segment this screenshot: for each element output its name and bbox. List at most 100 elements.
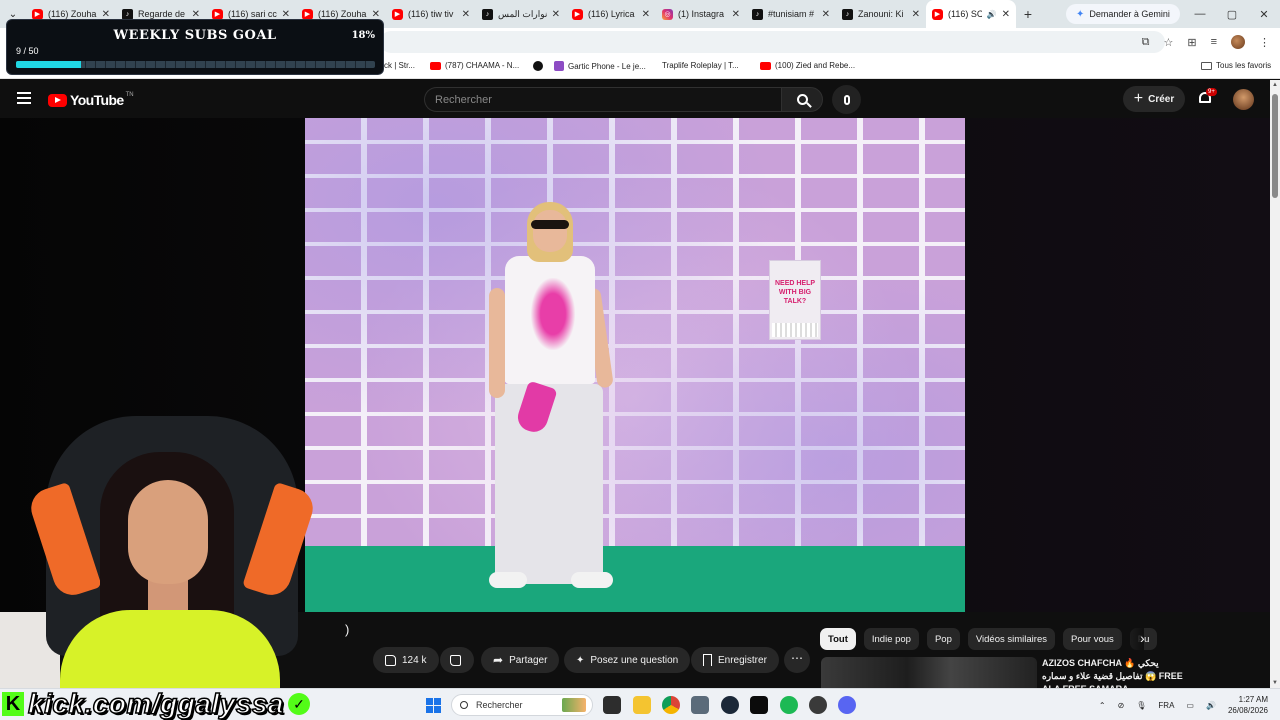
close-window-icon[interactable]: ✕ [1248, 8, 1280, 21]
chevron-right-icon[interactable]: › [1140, 630, 1145, 646]
new-tab-button[interactable]: + [1016, 6, 1040, 22]
browser-tab[interactable]: ▶ (116) Lyrica ✕ [566, 0, 656, 28]
kick-logo-icon: K [2, 692, 24, 716]
share-button[interactable]: ➦ Partager [481, 647, 560, 673]
plus-icon: + [1133, 90, 1144, 107]
create-button[interactable]: + Créer [1123, 86, 1185, 112]
browser-tab[interactable]: ♪ نوارات المس ✕ [476, 0, 566, 28]
clock[interactable]: 1:27 AM 26/08/2026 [1228, 694, 1268, 716]
file-explorer-icon[interactable] [633, 696, 651, 714]
search-input[interactable]: Rechercher [424, 87, 782, 112]
green-floor [305, 546, 965, 612]
close-tab-icon[interactable]: ✕ [732, 9, 740, 20]
close-tab-icon[interactable]: ✕ [912, 9, 920, 20]
menu-icon[interactable] [17, 92, 31, 104]
scroll-down-icon[interactable]: ▼ [1272, 680, 1278, 686]
mic-tray-icon[interactable]: 🎙 [1136, 701, 1146, 710]
browser-tab[interactable]: ♪ #tunisiam # ✕ [746, 0, 836, 28]
bookmark-item[interactable]: Gartic Phone - Le je... [554, 61, 646, 71]
tab-label: #tunisiam # [768, 9, 815, 19]
more-actions-button[interactable]: ⋯ [784, 647, 810, 673]
save-button[interactable]: Enregistrer [691, 647, 779, 673]
close-tab-icon[interactable]: ✕ [642, 9, 650, 20]
snipping-tool-icon[interactable] [691, 696, 709, 714]
chip-for-you[interactable]: Pour vous [1062, 628, 1122, 650]
browser-tab[interactable]: ♪ Zanouni: Ki ✕ [836, 0, 926, 28]
globe-icon [533, 61, 543, 71]
discord-icon[interactable] [838, 696, 856, 714]
video-frame[interactable]: NEED HELP WITH BIG TALK? [305, 118, 965, 612]
ask-label: Posez une question [590, 654, 679, 666]
all-bookmarks-label: Tous les favoris [1216, 61, 1272, 70]
close-tab-icon[interactable]: ✕ [372, 9, 380, 20]
extensions-icon[interactable]: ⊞ [1187, 36, 1196, 49]
omnibox[interactable] [380, 31, 1165, 53]
tab-label: (116) tiw tiv [408, 9, 454, 19]
close-tab-icon[interactable]: ✕ [282, 9, 290, 20]
taskbar-search[interactable]: Rechercher [451, 694, 593, 716]
close-tab-icon[interactable]: ✕ [822, 9, 830, 20]
language-indicator[interactable]: FRA [1158, 701, 1174, 710]
browser-tab[interactable]: ▶ (116) tiw tiv ✕ [386, 0, 476, 28]
profile-avatar[interactable] [1231, 35, 1245, 49]
kick-studio-icon[interactable] [750, 696, 768, 714]
bookmark-item[interactable]: (100) Zied and Rebe... [760, 61, 855, 70]
tray-overflow-icon[interactable]: ⌃ [1099, 701, 1106, 710]
volume-icon[interactable]: 🔊 [1206, 701, 1216, 710]
chip-pop[interactable]: Pop [926, 628, 960, 650]
all-bookmarks[interactable]: Tous les favoris [1201, 61, 1271, 70]
page-scrollbar[interactable]: ▲ ▼ [1270, 80, 1280, 688]
gemini-button[interactable]: ✦ Demander à Gemini [1066, 4, 1180, 24]
spotify-icon[interactable] [780, 696, 798, 714]
scrollbar-thumb[interactable] [1272, 94, 1278, 198]
bookmark-item[interactable]: ck | Str... [384, 61, 415, 70]
media-control-icon[interactable]: ≡ [1211, 36, 1217, 48]
bookmark-star-icon[interactable]: ☆ [1163, 36, 1173, 49]
install-app-icon[interactable]: ⧉ [1142, 36, 1150, 49]
account-avatar[interactable] [1233, 89, 1254, 110]
chrome-icon[interactable] [662, 696, 680, 714]
wall-poster: NEED HELP WITH BIG TALK? [769, 260, 821, 340]
network-icon[interactable]: ⊘ [1118, 701, 1125, 710]
task-view-icon[interactable] [603, 696, 621, 714]
close-tab-icon[interactable]: ✕ [462, 9, 470, 20]
recommended-thumbnail[interactable] [821, 657, 1037, 688]
close-tab-icon[interactable]: ✕ [552, 9, 560, 20]
tiktok-icon: ♪ [752, 8, 763, 20]
start-icon[interactable] [426, 698, 441, 713]
tab-label: (1) Instagra [678, 9, 725, 19]
close-tab-icon[interactable]: ✕ [192, 9, 200, 20]
obs-icon[interactable] [809, 696, 827, 714]
browser-tab[interactable]: ▶ (116) SC 🔊 ✕ [926, 0, 1016, 28]
chip-similar-videos[interactable]: Vidéos similaires [967, 628, 1055, 650]
tab-search-chevron-icon[interactable]: ⌄ [0, 9, 26, 20]
performer-arm [489, 288, 505, 398]
close-tab-icon[interactable]: ✕ [1002, 9, 1010, 20]
chip-all[interactable]: Tout [820, 628, 856, 650]
steam-icon[interactable] [721, 696, 739, 714]
dislike-button[interactable] [440, 647, 474, 673]
display-icon[interactable]: ▭ [1186, 701, 1194, 710]
bookmark-icon [703, 654, 712, 666]
like-button[interactable]: 124 k [373, 647, 439, 673]
tab-label: (116) Lyrica [588, 9, 635, 19]
close-tab-icon[interactable]: ✕ [102, 9, 110, 20]
browser-tab[interactable]: ◎ (1) Instagra ✕ [656, 0, 746, 28]
maximize-icon[interactable]: ▢ [1216, 8, 1248, 21]
scroll-up-icon[interactable]: ▲ [1272, 82, 1278, 88]
search-highlight-icon [562, 698, 586, 712]
voice-search-button[interactable] [832, 85, 861, 114]
bookmark-item[interactable]: Traplife Roleplay | T... [658, 61, 739, 70]
ask-question-button[interactable]: ✦ Posez une question [564, 647, 691, 673]
search-button[interactable] [781, 87, 823, 112]
youtube-logo[interactable]: YouTube TN [48, 92, 134, 108]
chip-indie-pop[interactable]: Indie pop [863, 628, 919, 650]
bookmark-item[interactable]: (787) CHAAMA - N... [430, 61, 519, 70]
speaker-icon[interactable]: 🔊 [987, 10, 997, 19]
clock-date: 26/08/2026 [1227, 706, 1268, 715]
minimize-icon[interactable]: — [1184, 8, 1216, 21]
browser-menu-icon[interactable]: ⋮ [1259, 36, 1270, 49]
bookmark-item[interactable] [533, 61, 543, 71]
notifications-button[interactable]: 9+ [1198, 88, 1217, 107]
tab-label: (116) Zouha [318, 9, 367, 19]
